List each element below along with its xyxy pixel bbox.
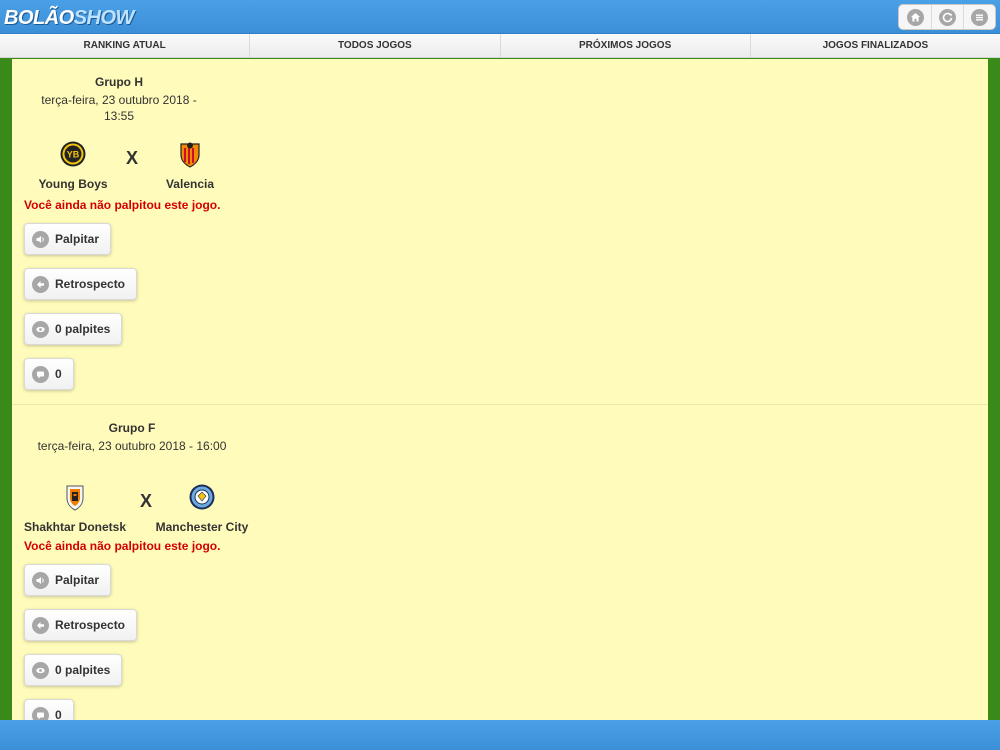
tab-proximos-jogos[interactable]: PRÓXIMOS JOGOS [499, 34, 750, 57]
palpitar-button[interactable]: Palpitar [24, 564, 112, 596]
top-bar: BOLÃOSHOW [0, 0, 1000, 34]
top-actions [898, 4, 996, 30]
arrow-left-icon [32, 275, 49, 293]
palpites-button[interactable]: 0 palpites [24, 313, 123, 345]
palpitar-label: Palpitar [55, 232, 100, 246]
arrow-left-icon [32, 616, 49, 634]
away-team: Valencia [150, 140, 230, 191]
svg-text:YB: YB [67, 150, 80, 160]
comment-icon [32, 365, 49, 383]
comment-icon [32, 706, 49, 720]
menu-icon [971, 8, 988, 26]
comments-count: 0 [55, 367, 62, 381]
sound-icon [32, 230, 49, 248]
comments-button[interactable]: 0 [24, 699, 74, 720]
retrospecto-label: Retrospecto [55, 618, 126, 632]
retrospecto-button[interactable]: Retrospecto [24, 609, 138, 641]
eye-icon [32, 320, 49, 338]
eye-icon [32, 661, 49, 679]
comments-button[interactable]: 0 [24, 358, 74, 390]
menu-button[interactable] [963, 5, 995, 29]
palpitar-label: Palpitar [55, 573, 100, 587]
home-team-name: Young Boys [38, 177, 108, 191]
home-team: Shakhtar Donetsk [20, 483, 130, 534]
tab-ranking-atual[interactable]: RANKING ATUAL [0, 34, 250, 57]
versus-label: X [140, 491, 153, 511]
no-prediction-warning: Você ainda não palpitou este jogo. [24, 198, 221, 212]
game-card: Grupo F terça-feira, 23 outubro 2018 - 1… [12, 405, 988, 720]
manchester-city-crest-icon [188, 483, 216, 511]
logo-part2: SHOW [73, 7, 135, 29]
shakhtar-crest-icon [61, 483, 89, 511]
home-icon [906, 8, 924, 26]
games-list[interactable]: Grupo H terça-feira, 23 outubro 2018 - 1… [12, 59, 988, 720]
refresh-button[interactable] [931, 5, 963, 29]
footer-bar [0, 720, 1000, 750]
away-team: Manchester City [152, 483, 252, 534]
group-label: Grupo F [108, 421, 156, 435]
match-teams: YB Young Boys X Valencia [26, 108, 214, 198]
match-header: Grupo H terça-feira, 23 outubro 2018 - 1… [26, 59, 214, 198]
game-card: Grupo H terça-feira, 23 outubro 2018 - 1… [12, 59, 988, 405]
valencia-crest-icon [176, 140, 204, 168]
comments-count: 0 [55, 708, 62, 720]
match-datetime: terça-feira, 23 outubro 2018 - 13:55 [41, 93, 197, 123]
away-team-name: Manchester City [155, 520, 249, 534]
group-label: Grupo H [95, 75, 143, 89]
retrospecto-label: Retrospecto [55, 277, 126, 291]
sound-icon [32, 571, 49, 589]
home-team: YB Young Boys [30, 140, 116, 191]
versus-label: X [126, 148, 139, 168]
match-header: Grupo F terça-feira, 23 outubro 2018 - 1… [20, 405, 248, 544]
no-prediction-warning: Você ainda não palpitou este jogo. [24, 539, 221, 553]
palpites-label: 0 palpites [55, 322, 111, 336]
palpitar-button[interactable]: Palpitar [24, 223, 112, 255]
retrospecto-button[interactable]: Retrospecto [24, 268, 138, 300]
app-logo[interactable]: BOLÃOSHOW [4, 6, 134, 30]
nav-tabs: RANKING ATUAL TODOS JOGOS PRÓXIMOS JOGOS… [0, 34, 1000, 58]
away-team-name: Valencia [165, 177, 215, 191]
home-team-name: Shakhtar Donetsk [23, 520, 127, 534]
tab-jogos-finalizados[interactable]: JOGOS FINALIZADOS [749, 34, 1000, 57]
palpites-button[interactable]: 0 palpites [24, 654, 123, 686]
match-datetime: terça-feira, 23 outubro 2018 - 16:00 [37, 439, 227, 453]
match-teams: Shakhtar Donetsk X Manchester City [20, 454, 248, 544]
tab-todos-jogos[interactable]: TODOS JOGOS [249, 34, 500, 57]
young-boys-crest-icon: YB [59, 140, 87, 168]
refresh-icon [939, 8, 956, 26]
logo-part1: BOLÃO [4, 7, 74, 29]
palpites-label: 0 palpites [55, 663, 111, 677]
home-button[interactable] [899, 5, 931, 29]
